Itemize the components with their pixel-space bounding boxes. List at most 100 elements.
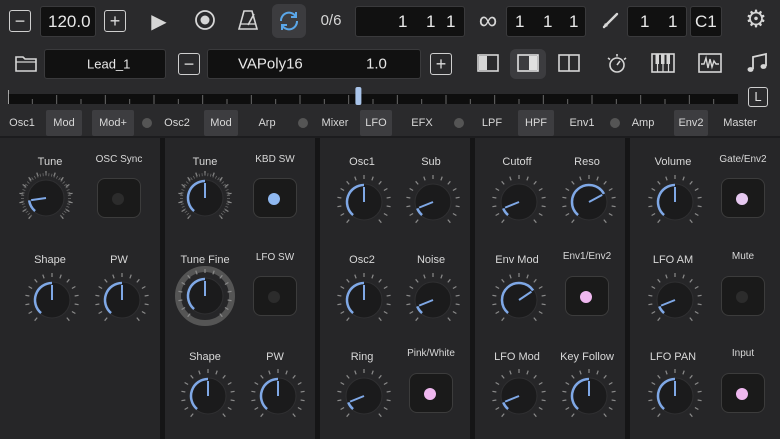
- next-preset-button[interactable]: +: [430, 53, 452, 75]
- pencil-icon[interactable]: [599, 9, 623, 36]
- switch-indicator: [424, 388, 436, 400]
- tab-env2[interactable]: Env2: [674, 110, 708, 136]
- input-switch[interactable]: [721, 373, 765, 413]
- switch-indicator: [736, 388, 748, 400]
- panel-divider: [470, 138, 475, 439]
- prev-preset-button[interactable]: −: [178, 53, 200, 75]
- amp-lfo-am-knob[interactable]: [645, 270, 705, 335]
- tab-mod[interactable]: Mod: [46, 110, 82, 136]
- switch-label: Pink/White: [407, 348, 455, 359]
- keyboard-icon[interactable]: [650, 53, 676, 78]
- kbd-sw-switch[interactable]: [253, 178, 297, 218]
- osc2-shape-knob[interactable]: [178, 366, 238, 431]
- osc2-tune-fine-knob[interactable]: [175, 266, 235, 331]
- knob-label: PW: [110, 254, 128, 266]
- layout-right-icon[interactable]: [516, 54, 540, 77]
- music-notes-icon[interactable]: [744, 52, 770, 79]
- sync-icon[interactable]: [277, 9, 301, 38]
- layout-split-icon[interactable]: [557, 54, 581, 77]
- switch-label: Env1/Env2: [562, 251, 612, 262]
- position-tick: 1: [446, 11, 456, 31]
- filter-key-follow-knob[interactable]: [559, 366, 619, 431]
- patch-name: VAPoly16: [238, 55, 303, 73]
- mixer-osc2-knob[interactable]: [334, 270, 394, 335]
- step-counter: 0/6: [320, 12, 342, 29]
- section-power-dot[interactable]: [298, 118, 308, 128]
- folder-icon[interactable]: [14, 53, 38, 78]
- knob-label: Reso: [574, 156, 600, 168]
- panel-divider: [625, 138, 630, 439]
- tempo-field[interactable]: 120.0: [40, 6, 96, 37]
- patch-display[interactable]: VAPoly16 1.0: [207, 49, 421, 79]
- position-display[interactable]: 1 1 1: [355, 6, 465, 37]
- key-value: C1: [695, 11, 717, 31]
- gate-env2-switch[interactable]: [721, 178, 765, 218]
- play-icon[interactable]: ▶: [147, 9, 171, 34]
- switch-label: Mute: [731, 251, 755, 262]
- tab-mod-[interactable]: Mod+: [92, 110, 134, 136]
- switch-label: KBD SW: [255, 154, 295, 165]
- loop-locator-button[interactable]: L: [748, 87, 768, 107]
- mixer-osc1-knob[interactable]: [334, 172, 394, 237]
- tab-lpf[interactable]: LPF: [476, 110, 508, 136]
- osc-sync-switch[interactable]: [97, 178, 141, 218]
- switch-indicator: [736, 193, 748, 205]
- loop-tick: 1: [569, 11, 579, 31]
- mixer-sub-knob[interactable]: [403, 172, 463, 237]
- osc1-shape-knob[interactable]: [22, 270, 82, 335]
- env1-env2-switch[interactable]: [565, 276, 609, 316]
- filter-lfo-mod-knob[interactable]: [489, 366, 549, 431]
- tab-mixer[interactable]: Mixer: [318, 110, 352, 136]
- osc1-pw-knob[interactable]: [92, 270, 152, 335]
- switch-indicator: [112, 193, 124, 205]
- position-bar: 1: [398, 11, 408, 31]
- tab-osc1[interactable]: Osc1: [4, 110, 40, 136]
- tuning-icon[interactable]: [604, 52, 630, 81]
- patch-version: 1.0: [366, 55, 387, 73]
- record-icon[interactable]: [193, 9, 217, 36]
- switch-label: OSC Sync: [95, 154, 143, 165]
- tempo-increase-button[interactable]: +: [104, 10, 126, 32]
- amp-volume-knob[interactable]: [645, 172, 705, 237]
- osc2-pw-knob[interactable]: [248, 366, 308, 431]
- filter-reso-knob[interactable]: [559, 172, 619, 237]
- tab-arp[interactable]: Arp: [250, 110, 284, 136]
- tab-env1[interactable]: Env1: [562, 110, 602, 136]
- infinity-icon[interactable]: ∞: [474, 7, 502, 33]
- edit-position-display[interactable]: 1 1: [627, 6, 687, 37]
- tempo-decrease-button[interactable]: −: [9, 10, 31, 32]
- section-power-dot[interactable]: [142, 118, 152, 128]
- timeline-track[interactable]: [8, 86, 738, 106]
- key-display[interactable]: C1: [690, 6, 722, 37]
- track-name-field[interactable]: Lead_1: [44, 49, 166, 79]
- tab-osc2[interactable]: Osc2: [160, 110, 194, 136]
- mixer-noise-knob[interactable]: [403, 270, 463, 335]
- mixer-ring-knob[interactable]: [334, 366, 394, 431]
- tab-master[interactable]: Master: [718, 110, 762, 136]
- layout-left-icon[interactable]: [476, 54, 500, 77]
- tab-efx[interactable]: EFX: [404, 110, 440, 136]
- tab-mod[interactable]: Mod: [204, 110, 238, 136]
- lfo-sw-switch[interactable]: [253, 276, 297, 316]
- mute-switch[interactable]: [721, 276, 765, 316]
- metronome-icon[interactable]: [236, 9, 260, 36]
- switch-indicator: [580, 291, 592, 303]
- loop-length-display[interactable]: 1 1 1: [506, 6, 586, 37]
- knob-label: Noise: [416, 254, 446, 266]
- tab-hpf[interactable]: HPF: [518, 110, 554, 136]
- section-power-dot[interactable]: [610, 118, 620, 128]
- osc1-tune-knob[interactable]: [16, 168, 76, 233]
- panel-divider: [315, 138, 320, 439]
- waveform-icon[interactable]: [697, 53, 723, 78]
- pink-white-switch[interactable]: [409, 373, 453, 413]
- filter-env-mod-knob[interactable]: [489, 270, 549, 335]
- filter-cutoff-knob[interactable]: [489, 172, 549, 237]
- tab-lfo[interactable]: LFO: [360, 110, 392, 136]
- switch-label: LFO SW: [255, 252, 295, 263]
- knob-label: Sub: [421, 156, 441, 168]
- amp-lfo-pan-knob[interactable]: [645, 366, 705, 431]
- tab-amp[interactable]: Amp: [626, 110, 660, 136]
- section-power-dot[interactable]: [454, 118, 464, 128]
- osc2-tune-knob[interactable]: [175, 168, 235, 233]
- gear-icon[interactable]: ⚙: [743, 8, 769, 32]
